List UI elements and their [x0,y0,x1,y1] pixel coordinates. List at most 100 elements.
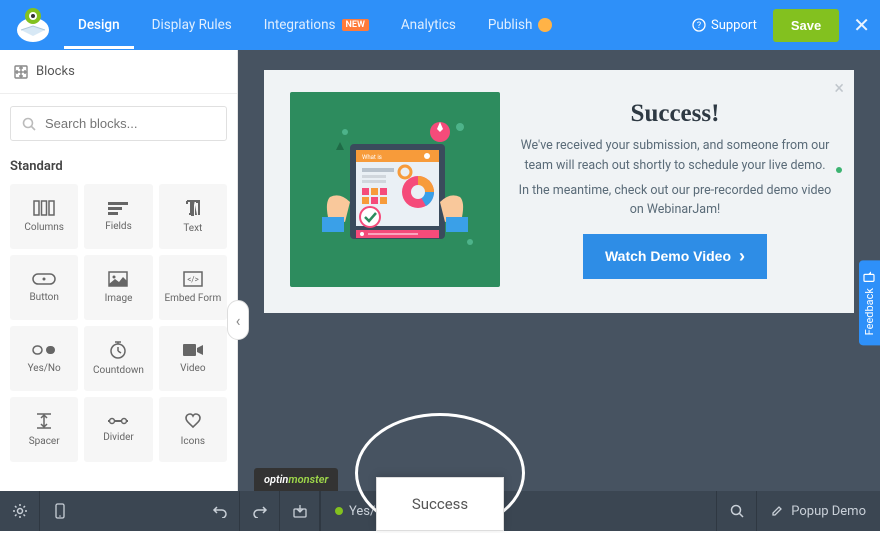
pencil-icon [771,505,783,517]
search-icon [22,117,36,131]
divider-icon [108,416,128,426]
tab-integrations[interactable]: Integrations NEW [250,1,383,49]
popup-text-2[interactable]: In the meantime, check out our pre-recor… [518,181,832,220]
section-standard-label: Standard [0,153,237,184]
mobile-icon [55,503,65,519]
support-link[interactable]: ? Support [692,18,757,33]
block-yesno[interactable]: Yes/No [10,326,78,391]
success-view-button[interactable]: Success [376,477,504,531]
popup-text-1-content: We've received your submission, and some… [521,138,830,172]
top-nav: Design Display Rules Integrations NEW An… [0,0,880,50]
blocks-label: Blocks [36,64,75,79]
brand-badge[interactable]: optinmonster [254,468,338,491]
canvas: × What is [238,50,880,491]
popup-text-1[interactable]: We've received your submission, and some… [518,136,832,175]
video-icon [182,343,204,357]
block-label: Fields [105,221,132,232]
svg-text:</>: </> [187,275,199,284]
block-label: Button [29,292,58,303]
brand-b: monster [288,473,328,486]
popup-preview[interactable]: × What is [264,70,854,313]
block-label: Yes/No [28,363,61,374]
gear-icon [12,503,28,519]
tab-integrations-label: Integrations [264,17,336,33]
block-fields[interactable]: Fields [84,184,152,249]
block-label: Columns [24,222,64,233]
nav-tabs: Design Display Rules Integrations NEW An… [64,1,566,49]
button-icon [32,272,56,286]
status-dot-icon [836,167,842,173]
block-image[interactable]: Image [84,255,152,320]
undo-button[interactable] [200,491,240,531]
block-label: Divider [103,432,134,443]
blocks-header[interactable]: Blocks [0,50,237,94]
countdown-icon [109,341,127,359]
import-icon [293,504,307,518]
redo-icon [252,504,268,518]
tab-display-rules[interactable]: Display Rules [138,1,246,49]
zoom-button[interactable] [716,491,756,531]
block-label: Image [105,293,133,304]
image-icon [108,271,128,287]
mobile-preview-button[interactable] [40,491,80,531]
support-label: Support [711,18,757,33]
icons-icon [184,412,202,430]
svg-text:?: ? [697,21,701,31]
tab-design[interactable]: Design [64,1,134,49]
block-text[interactable]: Text [159,184,227,249]
feedback-label: Feedback [863,288,876,335]
publish-badge-icon [538,18,552,32]
main-area: Blocks Standard Columns Fields Text [0,50,880,491]
block-spacer[interactable]: Spacer [10,397,78,462]
spacer-icon [35,412,53,430]
tab-analytics[interactable]: Analytics [387,1,470,49]
bottom-bar: Yes/No ⌃ Optin Success Popup Demo [0,491,880,531]
block-label: Countdown [93,365,144,376]
feedback-icon [864,270,876,282]
watch-demo-button[interactable]: Watch Demo Video [583,234,767,279]
import-button[interactable] [280,491,320,531]
popup-title[interactable]: Success! [518,100,832,128]
new-badge: NEW [342,19,369,31]
blocks-grid: Columns Fields Text Button Image </> Emb… [0,184,237,462]
block-divider[interactable]: Divider [84,397,152,462]
brand-a: optin [264,473,288,486]
support-icon: ? [692,18,706,32]
block-label: Icons [181,436,205,447]
popup-demo-label: Popup Demo [791,504,866,519]
settings-button[interactable] [0,491,40,531]
undo-icon [212,504,228,518]
fields-icon [108,201,128,215]
status-dot-icon [335,507,343,515]
block-label: Video [180,363,205,374]
tab-publish-label: Publish [488,17,533,33]
blocks-icon [14,65,28,79]
tab-publish[interactable]: Publish [474,1,567,49]
text-icon [185,199,201,217]
block-label: Spacer [29,436,60,447]
svg-text:What is: What is [362,154,382,161]
search-input[interactable] [10,106,227,141]
block-icons[interactable]: Icons [159,397,227,462]
block-label: Text [183,223,202,234]
logo-icon [8,5,58,45]
search-icon [730,504,744,518]
yesno-icon [32,343,56,357]
sidebar: Blocks Standard Columns Fields Text [0,50,238,491]
block-video[interactable]: Video [159,326,227,391]
block-columns[interactable]: Columns [10,184,78,249]
save-button[interactable]: Save [773,9,839,42]
block-embed-form[interactable]: </> Embed Form [159,255,227,320]
popup-close-icon[interactable]: × [834,78,844,99]
embed-icon: </> [183,271,203,287]
collapse-sidebar-button[interactable] [227,300,249,340]
feedback-tab[interactable]: Feedback [859,260,880,345]
popup-demo-button[interactable]: Popup Demo [756,491,880,531]
columns-icon [33,200,55,216]
block-countdown[interactable]: Countdown [84,326,152,391]
block-button[interactable]: Button [10,255,78,320]
popup-illustration: What is [290,92,500,287]
close-icon[interactable]: ✕ [853,13,870,37]
block-label: Embed Form [164,293,221,304]
redo-button[interactable] [240,491,280,531]
